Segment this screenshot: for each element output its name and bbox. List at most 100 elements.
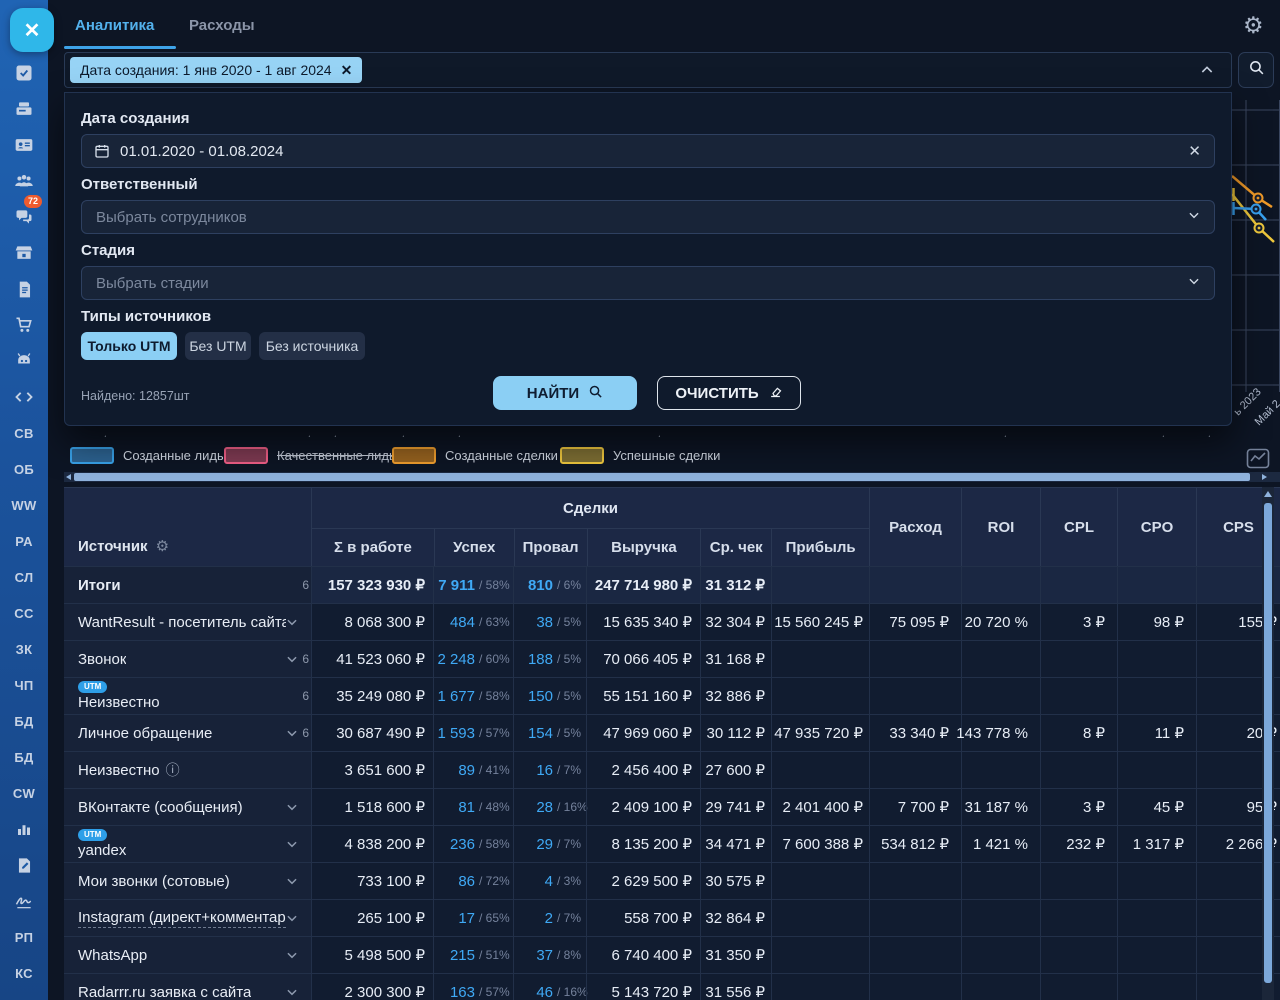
table-row[interactable]: Мои звонки (сотовые)733 100 ₽86/ 72%4/ 3… [64,862,1280,899]
expand-chevron-icon[interactable] [285,874,299,888]
column-sum[interactable]: Σ в работе [312,529,434,566]
sidebar-item-label: БД [14,750,33,765]
sidebar-item-зк[interactable]: ЗК [0,632,48,666]
filter-bar[interactable]: Дата создания: 1 янв 2020 - 1 авг 2024 ✕ [64,52,1232,88]
column-profit[interactable]: Прибыль [771,529,869,566]
expand-chevron-icon[interactable] [285,800,299,814]
sidebar-item-кс[interactable]: КС [0,956,48,990]
table-row[interactable]: WhatsApp5 498 500 ₽215/ 51%37/ 8%6 740 4… [64,936,1280,973]
scroll-up-arrow[interactable] [1264,491,1272,497]
settings-gear-icon[interactable]: ⚙ [1243,12,1264,38]
legend-item[interactable]: Качественные лиды [224,447,398,464]
horizontal-scrollbar[interactable] [64,472,1280,482]
sidebar-code-icon[interactable] [0,380,48,414]
sidebar-signature-icon[interactable] [0,884,48,918]
sidebar-document-icon[interactable] [0,272,48,306]
sidebar-storefront-icon[interactable] [0,236,48,270]
column-cpl[interactable]: CPL [1040,488,1117,566]
expand-chevron-icon[interactable] [285,985,299,999]
chip-remove-icon[interactable]: ✕ [341,62,353,79]
column-cpo[interactable]: CPO [1117,488,1196,566]
app-logo[interactable]: ✕ [10,8,54,52]
tab-expenses[interactable]: Расходы [189,17,255,34]
sidebar-item-ра[interactable]: РА [0,524,48,558]
sidebar-item-св[interactable]: СВ [0,416,48,450]
expand-chevron-icon[interactable] [285,948,299,962]
expand-chevron-icon[interactable] [285,911,299,925]
source-name: Звонок [78,651,126,668]
search-button[interactable] [1238,52,1274,88]
table-row[interactable]: UTMyandex4 838 200 ₽236/ 58%29/ 7%8 135 … [64,825,1280,862]
vertical-scroll-thumb[interactable] [1264,503,1272,983]
sidebar-tasks-icon[interactable] [0,56,48,90]
utm-badge: UTM [78,829,107,841]
cpo-cell [1117,937,1196,973]
table-row[interactable]: UTMНеизвестно635 249 080 ₽1 677/ 58%150/… [64,677,1280,714]
tab-analytics[interactable]: Аналитика [75,17,154,34]
sidebar-cart-icon[interactable] [0,308,48,342]
column-avg-check[interactable]: Ср. чек [700,529,771,566]
expand-chevron-icon[interactable] [285,726,299,740]
column-fail[interactable]: Провал [514,529,587,566]
source-type-only-utm[interactable]: Только UTM [81,332,177,360]
column-settings-gear-icon[interactable]: ⚙ [156,538,169,555]
sidebar-bar-chart-icon[interactable] [0,812,48,846]
sum-cell: 733 100 ₽ [311,863,433,899]
source-type-no-utm[interactable]: Без UTM [185,332,251,360]
legend-item[interactable]: Созданные лиды [70,447,226,464]
table-row[interactable]: Radarrr.ru заявка с сайта2 300 300 ₽163/… [64,973,1280,1000]
chart-view-icon[interactable] [1246,448,1270,474]
column-success[interactable]: Успех [434,529,514,566]
legend-swatch[interactable] [560,447,604,464]
clear-button[interactable]: ОЧИСТИТЬ [657,376,801,410]
column-source[interactable]: Источник⚙ [64,488,311,566]
legend-item[interactable]: Успешные сделки [560,447,720,464]
filter-chip[interactable]: Дата создания: 1 янв 2020 - 1 авг 2024 ✕ [70,57,362,83]
chevron-up-icon[interactable] [1199,62,1215,83]
sidebar-chat-icon[interactable]: 72 [0,200,48,234]
sidebar-robot-icon[interactable] [0,344,48,378]
table-row[interactable]: Instagram (директ+комментар265 100 ₽17/ … [64,899,1280,936]
sidebar-item-сл[interactable]: СЛ [0,560,48,594]
expand-chevron-icon[interactable] [285,615,299,629]
sidebar-cashbox-icon[interactable] [0,92,48,126]
sidebar-item-бд[interactable]: БД [0,740,48,774]
column-roi[interactable]: ROI [961,488,1040,566]
totals-row[interactable]: Итоги6157 323 930 ₽7 911/ 58%810/ 6%247 … [64,566,1280,603]
table-row[interactable]: WantResult - посетитель сайта8 068 300 ₽… [64,603,1280,640]
sidebar-item-чп[interactable]: ЧП [0,668,48,702]
info-icon[interactable]: ⓘ [166,760,180,780]
sidebar-people-icon[interactable] [0,164,48,198]
table-row[interactable]: Неизвестноⓘ3 651 600 ₽89/ 41%16/ 7%2 456… [64,751,1280,788]
table-row[interactable]: ВКонтакте (сообщения)1 518 600 ₽81/ 48%2… [64,788,1280,825]
sidebar-item-об[interactable]: ОБ [0,452,48,486]
clear-date-icon[interactable]: ✕ [1188,142,1201,160]
sidebar-item-cw[interactable]: CW [0,776,48,810]
expand-chevron-icon[interactable] [285,652,299,666]
sidebar-contact-card-icon[interactable] [0,128,48,162]
sidebar-item-рп[interactable]: РП [0,920,48,954]
find-button[interactable]: НАЙТИ [493,376,637,410]
sidebar-item-сс[interactable]: СС [0,596,48,630]
legend-item[interactable]: Созданные сделки [392,447,558,464]
sidebar-doc-edit-icon[interactable] [0,848,48,882]
legend-swatch[interactable] [70,447,114,464]
expand-chevron-icon[interactable] [285,837,299,851]
source-type-no-source[interactable]: Без источника [259,332,365,360]
column-revenue[interactable]: Выручка [587,529,701,566]
legend-swatch[interactable] [224,447,268,464]
scroll-right-arrow[interactable] [1262,474,1267,480]
scroll-left-arrow[interactable] [66,474,71,480]
table-row[interactable]: Звонок641 523 060 ₽2 248/ 60%188/ 5%70 0… [64,640,1280,677]
legend-swatch[interactable] [392,447,436,464]
horizontal-scroll-thumb[interactable] [74,473,1250,481]
responsible-select[interactable]: Выбрать сотрудников [81,200,1215,234]
date-range-input[interactable]: 01.01.2020 - 01.08.2024 ✕ [81,134,1215,168]
sidebar-item-ww[interactable]: WW [0,488,48,522]
table-row[interactable]: Личное обращение630 687 490 ₽1 593/ 57%1… [64,714,1280,751]
column-expense[interactable]: Расход [869,488,961,566]
fail-cell: 2/ 7% [513,900,586,936]
sidebar-item-бд[interactable]: БД [0,704,48,738]
stage-select[interactable]: Выбрать стадии [81,266,1215,300]
vertical-scrollbar[interactable] [1262,487,1274,1000]
